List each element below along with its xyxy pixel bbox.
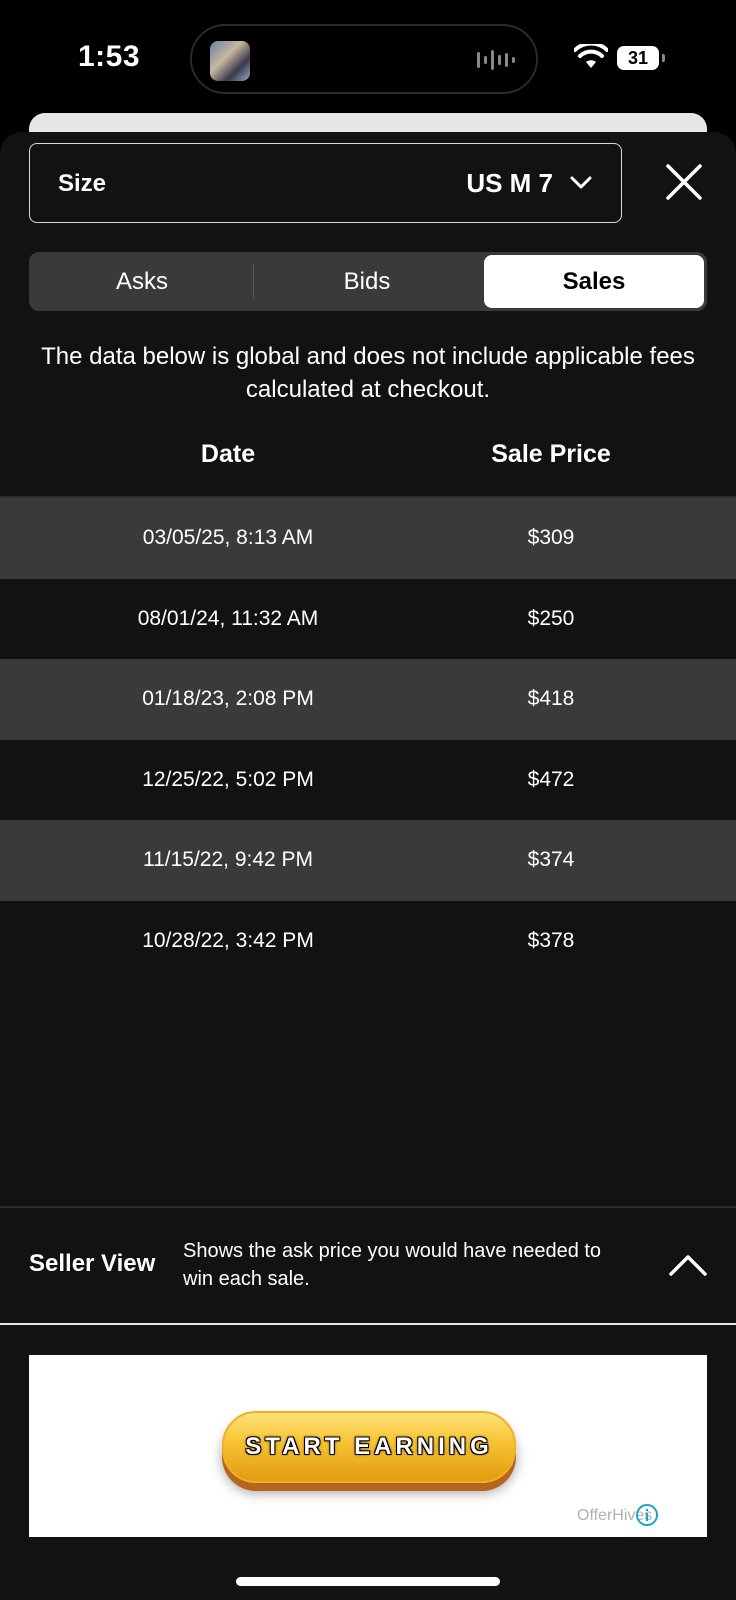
sale-price: $418 [527,687,575,710]
tab-sales[interactable]: Sales [484,255,704,308]
chevron-up-icon[interactable] [668,1252,708,1278]
close-icon[interactable] [662,160,706,204]
table-row: 08/01/24, 11:32 AM $250 [0,579,736,660]
size-dropdown[interactable]: Size US M 7 [29,143,622,223]
now-playing-artwork [210,41,250,81]
home-indicator[interactable] [236,1577,500,1586]
ad-banner[interactable]: START EARNING OfferHives [29,1355,707,1537]
column-header-date: Date [200,440,256,468]
table-row: 01/18/23, 2:08 PM $418 [0,659,736,740]
seller-view-description: Shows the ask price you would have neede… [183,1240,602,1290]
sale-date: 11/15/22, 9:42 PM [142,848,314,871]
sales-table: 03/05/25, 8:13 AM $309 08/01/24, 11:32 A… [0,498,736,981]
sale-price: $472 [527,767,575,791]
table-row: 10/28/22, 3:42 PM $378 [0,901,736,982]
sale-price: $378 [527,928,575,952]
sale-date: 03/05/25, 8:13 AM [142,526,314,549]
tab-bar: Asks Bids Sales [29,252,707,311]
table-row: 12/25/22, 5:02 PM $472 [0,740,736,821]
status-bar: 1:53 31 [0,0,736,120]
dynamic-island[interactable] [190,24,538,94]
tab-divider [253,264,254,298]
column-header-sale-price: Sale Price [491,440,611,468]
sale-date: 01/18/23, 2:08 PM [142,687,314,710]
size-value: US M 7 [466,168,553,198]
start-earning-button[interactable]: START EARNING [222,1411,516,1483]
tab-asks[interactable]: Asks [32,255,252,308]
chevron-down-icon [570,176,592,189]
sales-table-header: Date Sale Price [0,430,736,480]
global-data-disclaimer: The data below is global and does not in… [41,343,695,403]
table-row: 11/15/22, 9:42 PM $374 [0,820,736,901]
sale-price: $374 [527,848,575,871]
audio-waveform-icon [477,50,515,70]
battery-icon: 31 [617,46,665,70]
divider [0,1206,736,1208]
size-label: Size [58,170,107,197]
status-time: 1:53 [78,40,141,73]
sale-price: $250 [527,606,575,630]
sale-date: 10/28/22, 3:42 PM [142,928,314,952]
sale-date: 08/01/24, 11:32 AM [137,606,319,630]
tab-bids[interactable]: Bids [257,255,477,308]
seller-view-title[interactable]: Seller View [29,1250,155,1278]
table-row: 03/05/25, 8:13 AM $309 [0,498,736,579]
info-icon[interactable] [635,1503,659,1527]
divider [0,1323,736,1325]
sale-price: $309 [527,526,575,549]
sale-date: 12/25/22, 5:02 PM [142,767,314,791]
wifi-icon [574,44,608,68]
